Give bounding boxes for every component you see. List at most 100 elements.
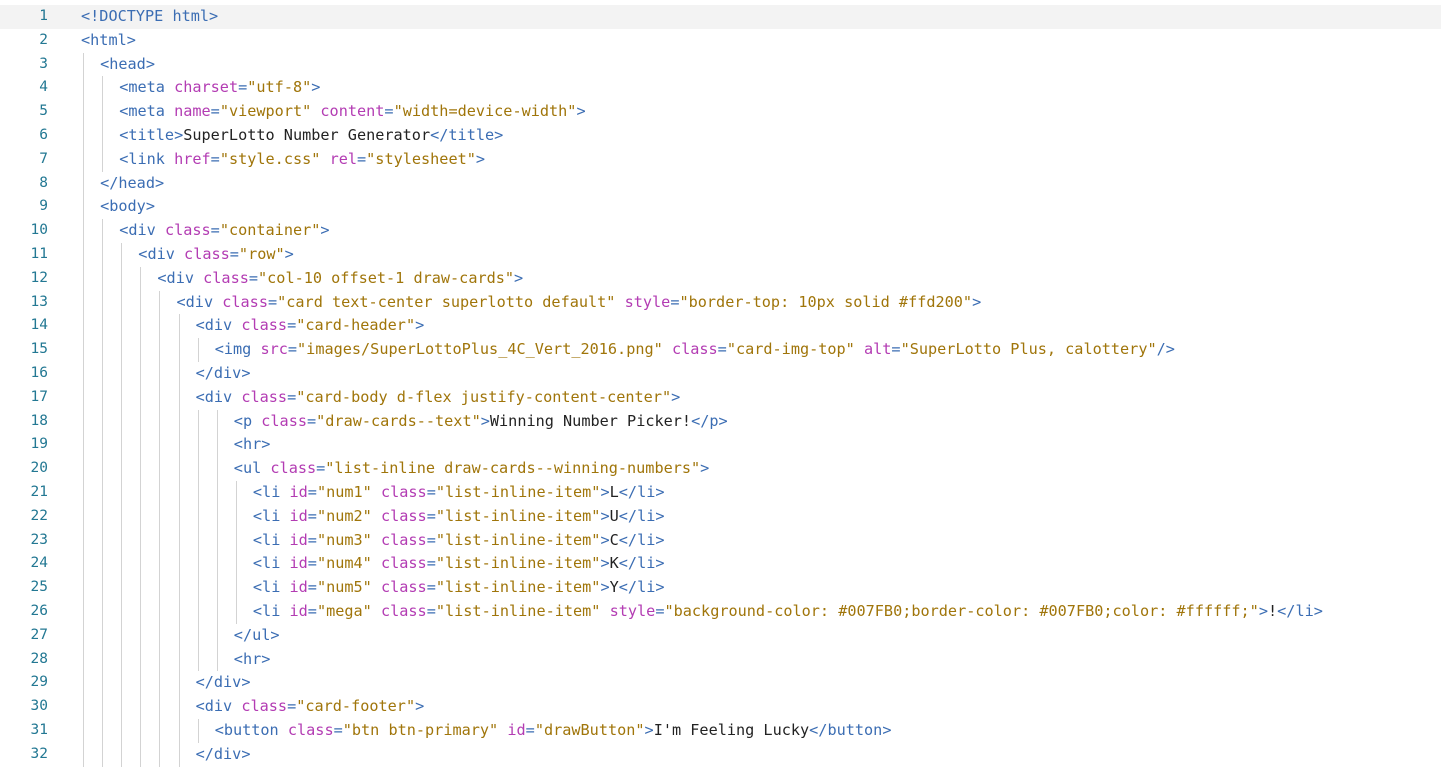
code-token: </	[618, 483, 638, 501]
line-content: <!DOCTYPE html>	[81, 5, 218, 29]
indent-guide	[121, 314, 123, 339]
indent-guide	[102, 457, 104, 481]
code-token: "images/SuperLottoPlus_4C_Vert_2016.png"	[297, 340, 663, 359]
code-line[interactable]: 7 <link href="style.css" rel="stylesheet"…	[0, 148, 1441, 172]
code-line[interactable]: 4 <meta charset="utf-8">	[0, 76, 1441, 100]
indent-guide	[178, 504, 180, 529]
indent-guide	[140, 385, 142, 410]
code-line[interactable]: 9 <body>	[0, 195, 1441, 219]
code-line[interactable]: 15 <img src="images/SuperLottoPlus_4C_Ver…	[0, 338, 1441, 362]
line-number: 20	[30, 460, 48, 477]
code-line[interactable]: 16 </div>	[0, 362, 1441, 386]
indent-guide	[83, 314, 84, 339]
code-line[interactable]: 13 <div class="card text-center superlott…	[0, 291, 1441, 315]
code-token: <	[214, 721, 224, 739]
code-token: div	[213, 744, 242, 763]
indent-guide	[102, 433, 104, 458]
code-token: =	[717, 340, 727, 359]
indent-guide	[83, 504, 84, 529]
indent-guide	[140, 481, 142, 505]
code-token: >	[600, 530, 610, 549]
code-line[interactable]: 1 <!DOCTYPE html>	[0, 5, 1441, 29]
code-line[interactable]: 6 <title>SuperLotto Number Generator</tit…	[0, 124, 1441, 148]
indent-guide	[121, 362, 123, 386]
code-line[interactable]: 10 <div class="container">	[0, 219, 1441, 243]
code-line[interactable]: 14 <div class="card-header">	[0, 314, 1441, 338]
code-token: =	[426, 554, 436, 573]
indent-guide	[159, 742, 161, 767]
line-number: 27	[30, 626, 48, 643]
indent-guide	[216, 576, 218, 600]
indent-guide	[140, 576, 142, 600]
code-token: html	[172, 7, 210, 25]
indent-guide	[140, 457, 142, 481]
indent-guide	[140, 504, 142, 529]
code-line[interactable]: 12 <div class="col-10 offset-1 draw-cards…	[0, 267, 1441, 291]
indent-guide	[83, 528, 84, 553]
indent-guide	[121, 266, 123, 291]
line-content: <div class="card-header">	[196, 314, 425, 338]
indent-guide	[102, 266, 104, 291]
code-line[interactable]: 29 </div>	[0, 671, 1441, 695]
code-token: li	[262, 602, 281, 620]
code-token: C	[609, 530, 619, 549]
code-token: >	[718, 411, 728, 430]
indent-guide	[83, 719, 84, 743]
line-content: </div>	[196, 362, 251, 386]
code-line[interactable]: 5 <meta name="viewport" content="width=de…	[0, 100, 1441, 124]
code-token: class	[380, 483, 427, 501]
code-token: "row"	[238, 245, 285, 263]
line-content: </head>	[100, 172, 164, 196]
code-token: "card-img-top"	[726, 340, 855, 359]
line-content: <div class="card-footer">	[196, 695, 425, 719]
line-content: <li id="num3" class="list-inline-item">C…	[253, 529, 665, 553]
code-token: <	[233, 435, 243, 454]
code-token: hr	[242, 649, 262, 668]
code-line[interactable]: 11 <div class="row">	[0, 243, 1441, 267]
indent-guide	[197, 338, 199, 362]
indent-guide	[197, 623, 199, 648]
code-editor[interactable]: 1 <!DOCTYPE html> 2 <html> 3 <head> 4 <meta cha…	[0, 0, 1441, 767]
code-token: </	[195, 364, 214, 382]
indent-guide	[83, 481, 84, 505]
line-content: <li id="num1" class="list-inline-item">L…	[253, 481, 665, 505]
code-line[interactable]: 3 <head>	[0, 53, 1441, 77]
code-line[interactable]: 30 <div class="card-footer">	[0, 695, 1441, 719]
line-content: <hr>	[234, 433, 271, 457]
code-token: >	[600, 483, 610, 501]
code-token: </	[618, 554, 638, 573]
indent-guide	[83, 76, 84, 101]
code-token: =	[287, 316, 297, 335]
code-line[interactable]: 8 </head>	[0, 172, 1441, 196]
line-number: 24	[30, 555, 48, 572]
code-line[interactable]: 31 <button class="btn btn-primary" id="dr…	[0, 719, 1441, 743]
code-line[interactable]: 2 <html>	[0, 29, 1441, 53]
line-content: <div class="col-10 offset-1 draw-cards">	[157, 267, 523, 291]
indent-guide	[121, 552, 123, 577]
code-token: !DOCTYPE	[90, 7, 164, 25]
indent-guide	[216, 623, 218, 648]
code-token: >	[270, 625, 280, 644]
code-token: >	[480, 411, 490, 430]
indent-guide	[121, 600, 123, 624]
indent-guide	[121, 671, 123, 696]
code-token: =	[307, 483, 317, 501]
code-token: class	[261, 411, 307, 430]
indent-guide	[178, 623, 180, 648]
line-number: 4	[39, 79, 48, 96]
code-token: ul	[252, 625, 271, 644]
code-line[interactable]: 17 <div class="card-body d-flex justify-c…	[0, 386, 1441, 410]
code-token: </	[195, 744, 214, 763]
line-content: <p class="draw-cards--text">Winning Numb…	[234, 410, 728, 434]
line-content: <html>	[81, 29, 136, 53]
code-line[interactable]: 32 </div>	[0, 743, 1441, 767]
code-token: name	[174, 102, 211, 121]
indent-guide	[140, 671, 142, 696]
code-token: "draw-cards--text"	[316, 411, 481, 430]
indent-guide	[178, 362, 180, 386]
